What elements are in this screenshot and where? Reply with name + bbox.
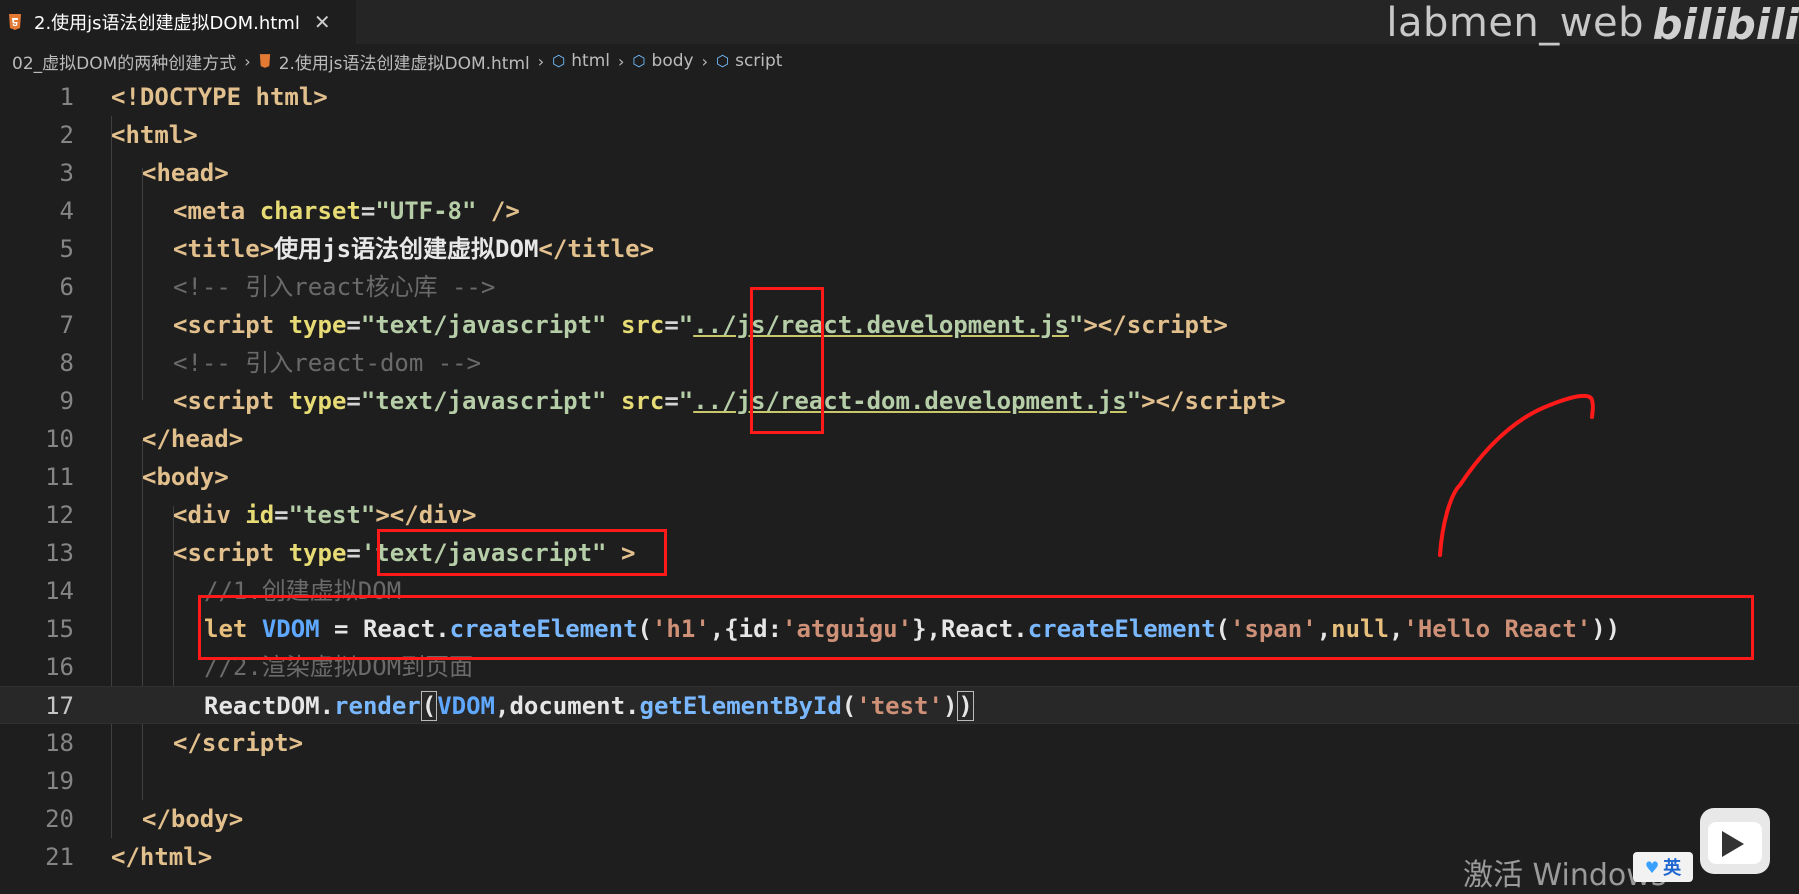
- code-line: 11 <body>: [45, 463, 229, 491]
- code-line: 2 <html>: [59, 121, 198, 149]
- breadcrumb-symbol-script[interactable]: script: [735, 51, 782, 71]
- code-line: 8 <!-- 引入react-dom -->: [59, 349, 482, 377]
- code-line: 6 <!-- 引入react核心库 -->: [59, 273, 496, 301]
- symbol-cube-icon: ⬡: [715, 52, 730, 70]
- breadcrumb-file[interactable]: 2.使用js语法创建虚拟DOM.html: [279, 49, 530, 74]
- breadcrumb-symbol-body[interactable]: body: [652, 51, 694, 71]
- bilibili-logo: bilibili: [1652, 0, 1799, 49]
- code-line: 3 <head>: [59, 159, 229, 187]
- bilibili-tv-icon: [1700, 808, 1770, 874]
- code-line: 20 </body>: [45, 805, 244, 833]
- html5-file-icon: [9, 14, 21, 30]
- chevron-right-icon: ›: [244, 51, 251, 71]
- symbol-cube-icon: ⬡: [632, 52, 646, 70]
- code-line: 18 </script>: [45, 729, 304, 757]
- code-line: 15 let VDOM = React.createElement('h1',{…: [45, 615, 1621, 643]
- code-line: 1 <!DOCTYPE html>: [59, 83, 328, 111]
- code-line-active: 17 ReactDOM.render(VDOM,document.getElem…: [0, 686, 1799, 724]
- chevron-right-icon: ›: [537, 51, 545, 71]
- code-line: 9 <script type="text/javascript" src="..…: [59, 387, 1286, 415]
- code-line: 19: [45, 767, 74, 795]
- code-line: 12 <div id="test"></div>: [45, 501, 477, 529]
- code-line: 13 <script type='text/javascript" >: [45, 539, 636, 567]
- symbol-cube-icon: ⬡: [552, 52, 566, 70]
- chevron-right-icon: ›: [701, 51, 708, 71]
- chevron-right-icon: ›: [618, 51, 625, 71]
- code-line: 4 <meta charset="UTF-8" />: [59, 197, 520, 225]
- tab-active-file[interactable]: 2.使用js语法创建虚拟DOM.html ✕: [0, 0, 356, 44]
- code-line: 7 <script type="text/javascript" src="..…: [59, 311, 1228, 339]
- breadcrumb: 02_虚拟DOM的两种创建方式 › 2.使用js语法创建虚拟DOM.html ›…: [12, 48, 782, 74]
- code-line: 5 <title>使用js语法创建虚拟DOM</title>: [59, 235, 655, 263]
- ime-logo-icon: ♥: [1644, 857, 1660, 877]
- breadcrumb-folder[interactable]: 02_虚拟DOM的两种创建方式: [12, 49, 236, 74]
- close-icon[interactable]: ✕: [314, 10, 331, 34]
- ime-indicator[interactable]: ♥ 英: [1633, 852, 1693, 882]
- tab-bar: 2.使用js语法创建虚拟DOM.html ✕ labmen_web bilibi…: [0, 0, 1799, 49]
- channel-watermark: labmen_web: [1386, 0, 1644, 46]
- html5-file-icon: [259, 54, 270, 68]
- code-line: 14 //1.创建虚拟DOM: [45, 577, 402, 605]
- code-editor[interactable]: 1 <!DOCTYPE html> 2 <html> 3 <head> 4 <m…: [0, 78, 1799, 894]
- ime-label: 英: [1663, 858, 1682, 879]
- code-line: 10 </head>: [45, 425, 244, 453]
- breadcrumb-symbol-html[interactable]: html: [571, 51, 610, 71]
- play-icon: [1722, 831, 1744, 857]
- tab-label: 2.使用js语法创建虚拟DOM.html: [34, 13, 300, 34]
- code-line: 16 //2.渲染虚拟DOM到页面: [45, 653, 474, 681]
- editor-window: 2.使用js语法创建虚拟DOM.html ✕ labmen_web bilibi…: [0, 0, 1799, 894]
